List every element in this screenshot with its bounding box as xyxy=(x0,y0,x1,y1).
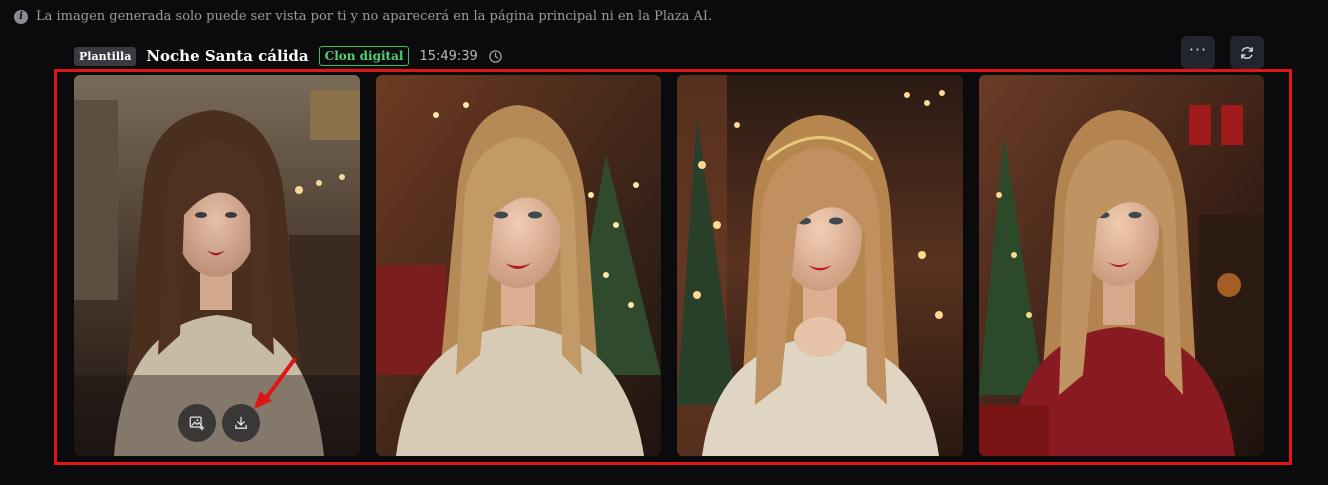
mode-tag: Clon digital xyxy=(318,46,410,66)
timestamp: 15:49:39 xyxy=(419,48,478,64)
more-options-button[interactable]: ··· xyxy=(1181,36,1215,69)
history-clock-icon[interactable] xyxy=(488,49,503,64)
task-title: Noche Santa cálida xyxy=(146,47,309,65)
info-icon: i xyxy=(14,9,28,24)
highlight-annotation-frame xyxy=(54,69,1292,465)
more-dots-icon: ··· xyxy=(1188,40,1208,59)
refresh-icon xyxy=(1241,46,1253,59)
regenerate-button[interactable] xyxy=(1230,36,1264,69)
template-tag: Plantilla xyxy=(74,46,137,66)
privacy-notice: i La imagen generada solo puede ser vist… xyxy=(14,9,712,24)
task-header: Plantilla Noche Santa cálida Clon digita… xyxy=(74,44,503,68)
annotation-arrow-icon xyxy=(254,358,296,409)
privacy-notice-text: La imagen generada solo puede ser vista … xyxy=(36,9,713,24)
